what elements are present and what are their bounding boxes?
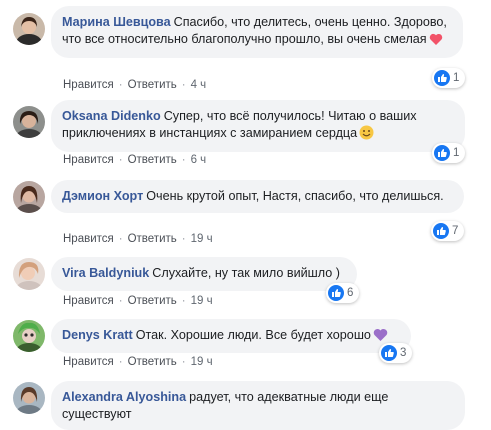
comment-actions: Нравится · Ответить · 19 ч — [63, 295, 213, 307]
reply-link[interactable]: Ответить — [128, 356, 177, 368]
comment-time[interactable]: 19 ч — [191, 233, 213, 245]
reply-link[interactable]: Ответить — [128, 295, 177, 307]
avatar[interactable] — [13, 258, 45, 290]
like-icon — [381, 345, 397, 361]
heart-emoji — [429, 33, 443, 51]
comment-bubble: Oksana Didenko Супер, что всё получилось!… — [51, 100, 465, 152]
comment-time[interactable]: 19 ч — [191, 356, 213, 368]
reaction-counter[interactable]: 1 — [432, 68, 466, 88]
comment-text: Очень крутой опыт, Настя, спасибо, что д… — [146, 189, 444, 203]
comment-text: Отак. Хорошие люди. Все будет хорошо — [135, 328, 371, 342]
comment-actions: Нравится · Ответить · 19 ч — [63, 233, 213, 245]
like-icon — [434, 70, 450, 86]
smile-emoji — [359, 125, 374, 145]
avatar[interactable] — [13, 382, 45, 414]
comment-actions: Нравится · Ответить · 6 ч — [63, 154, 207, 166]
reaction-count: 1 — [453, 147, 460, 159]
like-link[interactable]: Нравится — [63, 295, 114, 307]
comment-author[interactable]: Марина Шевцова — [62, 15, 171, 29]
comment-bubble: Дэмион Хорт Очень крутой опыт, Настя, спа… — [51, 180, 464, 213]
comment-author[interactable]: Alexandra Alyoshina — [62, 390, 186, 404]
comment-bubble: Марина Шевцова Спасибо, что делитесь, оче… — [51, 6, 463, 58]
like-icon — [433, 223, 449, 239]
like-link[interactable]: Нравится — [63, 356, 114, 368]
comment-text: Слухайте, ну так мило вийшло ) — [152, 266, 340, 280]
comment-bubble: Denys Kratt Отак. Хорошие люди. Все будет… — [51, 319, 411, 353]
comment-bubble: Alexandra Alyoshina радует, что адекватны… — [51, 381, 465, 430]
comment-time[interactable]: 4 ч — [191, 79, 207, 91]
avatar[interactable] — [13, 181, 45, 213]
reaction-count: 1 — [453, 72, 460, 84]
reaction-counter[interactable]: 1 — [432, 143, 466, 163]
reaction-count: 6 — [347, 287, 354, 299]
like-link[interactable]: Нравится — [63, 233, 114, 245]
avatar[interactable] — [13, 106, 45, 138]
reaction-count: 7 — [452, 225, 459, 237]
comment-bubble: Vira Baldyniuk Слухайте, ну так мило вийш… — [51, 257, 357, 291]
reaction-counter[interactable]: 7 — [431, 221, 465, 241]
reaction-counter[interactable]: 6 — [326, 283, 360, 303]
reply-link[interactable]: Ответить — [128, 233, 177, 245]
like-link[interactable]: Нравится — [63, 79, 114, 91]
comment-author[interactable]: Denys Kratt — [62, 328, 133, 342]
reaction-count: 3 — [400, 347, 407, 359]
comment-author[interactable]: Дэмион Хорт — [62, 189, 143, 203]
like-icon — [328, 285, 344, 301]
avatar[interactable] — [13, 320, 45, 352]
like-icon — [434, 145, 450, 161]
comment-author[interactable]: Vira Baldyniuk — [62, 266, 149, 280]
reply-link[interactable]: Ответить — [128, 154, 177, 166]
comment-time[interactable]: 6 ч — [191, 154, 207, 166]
reply-link[interactable]: Ответить — [128, 79, 177, 91]
comment-actions: Нравится · Ответить · 19 ч — [63, 356, 213, 368]
comment-author[interactable]: Oksana Didenko — [62, 109, 161, 123]
comment-time[interactable]: 19 ч — [191, 295, 213, 307]
reaction-counter[interactable]: 3 — [379, 343, 413, 363]
like-link[interactable]: Нравится — [63, 154, 114, 166]
avatar[interactable] — [13, 13, 45, 45]
comment-actions: Нравится · Ответить · 4 ч — [63, 79, 207, 91]
